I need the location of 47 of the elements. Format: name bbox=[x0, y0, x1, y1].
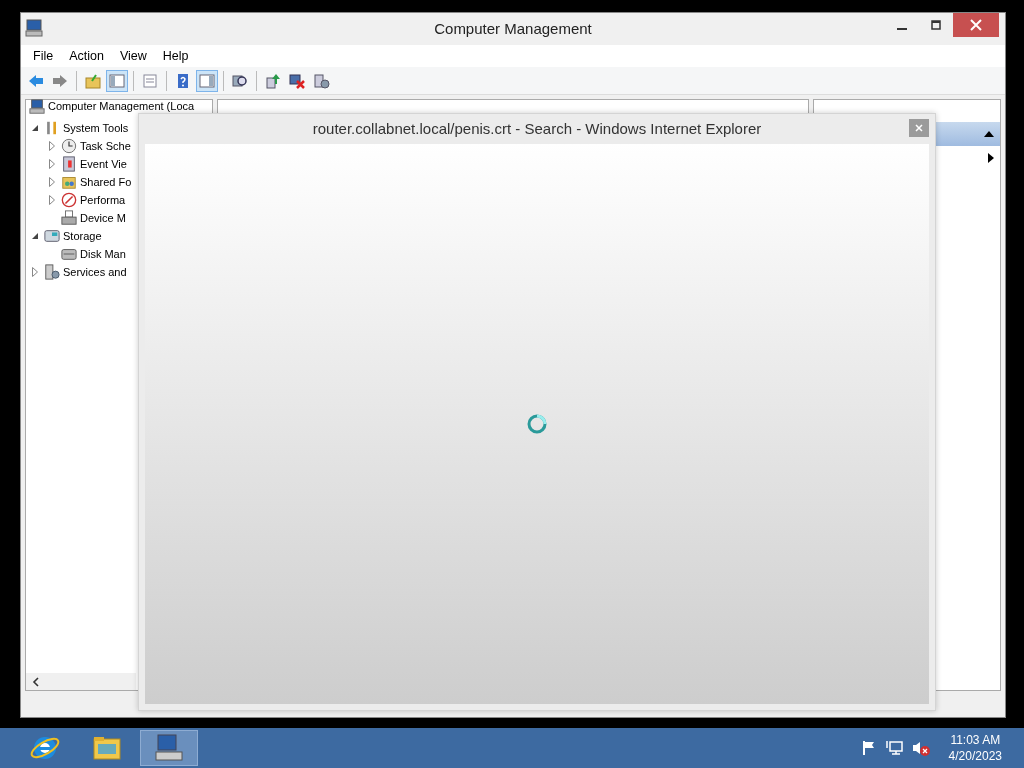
tree-item[interactable]: Device M bbox=[80, 211, 126, 225]
clock-date: 4/20/2023 bbox=[948, 748, 1002, 765]
clock-icon bbox=[61, 138, 77, 154]
computer-icon bbox=[25, 19, 43, 37]
dialog-title: router.collabnet.local/penis.crt - Search - Windows Internet Explorer bbox=[312, 118, 762, 139]
remove-icon bbox=[288, 71, 306, 90]
pane-icon bbox=[198, 71, 216, 90]
tree-item[interactable]: Shared Fo bbox=[80, 175, 132, 189]
muted-speaker-icon[interactable] bbox=[910, 740, 931, 756]
close-icon bbox=[915, 124, 923, 132]
server-manager-icon bbox=[153, 732, 185, 764]
collapse-arrow-icon[interactable] bbox=[31, 124, 39, 132]
taskbar-button[interactable] bbox=[140, 730, 198, 766]
install-icon bbox=[312, 71, 330, 90]
horizontal-scrollbar[interactable] bbox=[26, 673, 136, 690]
menu-item[interactable]: File bbox=[25, 46, 62, 66]
menu-item[interactable]: View bbox=[111, 46, 155, 66]
close-button[interactable] bbox=[953, 13, 999, 37]
minimize-icon bbox=[897, 28, 907, 30]
close-button[interactable] bbox=[909, 119, 929, 137]
maximize-icon bbox=[931, 20, 941, 30]
clock-time: 11:03 AM bbox=[950, 731, 1001, 748]
tree-item[interactable]: Services and bbox=[63, 265, 127, 279]
tree-item[interactable]: Event Vie bbox=[80, 157, 127, 171]
tree-item[interactable]: Disk Man bbox=[80, 247, 126, 261]
collapse-arrow-icon[interactable] bbox=[31, 232, 39, 240]
properties-icon bbox=[141, 71, 159, 90]
tree-item[interactable]: Storage bbox=[63, 229, 102, 243]
printer-icon bbox=[61, 210, 77, 226]
network-icon[interactable] bbox=[884, 740, 903, 756]
menu-item[interactable]: Help bbox=[154, 46, 197, 66]
tree-item[interactable]: Performa bbox=[80, 193, 126, 207]
window-title: Computer Management bbox=[434, 18, 592, 39]
close-icon bbox=[970, 19, 982, 31]
tree-item[interactable]: Task Sche bbox=[80, 139, 131, 153]
menu-item[interactable]: Action bbox=[61, 46, 112, 66]
shared-folder-icon bbox=[61, 174, 77, 190]
services-icon bbox=[44, 264, 60, 280]
expand-arrow-icon[interactable] bbox=[988, 153, 994, 163]
flag-icon[interactable] bbox=[860, 740, 877, 756]
storage-icon bbox=[44, 228, 60, 244]
tree-item[interactable]: Computer Management (Loca bbox=[48, 100, 195, 113]
pane-icon bbox=[108, 71, 126, 90]
collapse-arrow-icon[interactable] bbox=[984, 130, 994, 138]
log-icon bbox=[61, 156, 77, 172]
computer-icon bbox=[29, 98, 45, 115]
tree-item[interactable]: System Tools bbox=[63, 121, 129, 135]
